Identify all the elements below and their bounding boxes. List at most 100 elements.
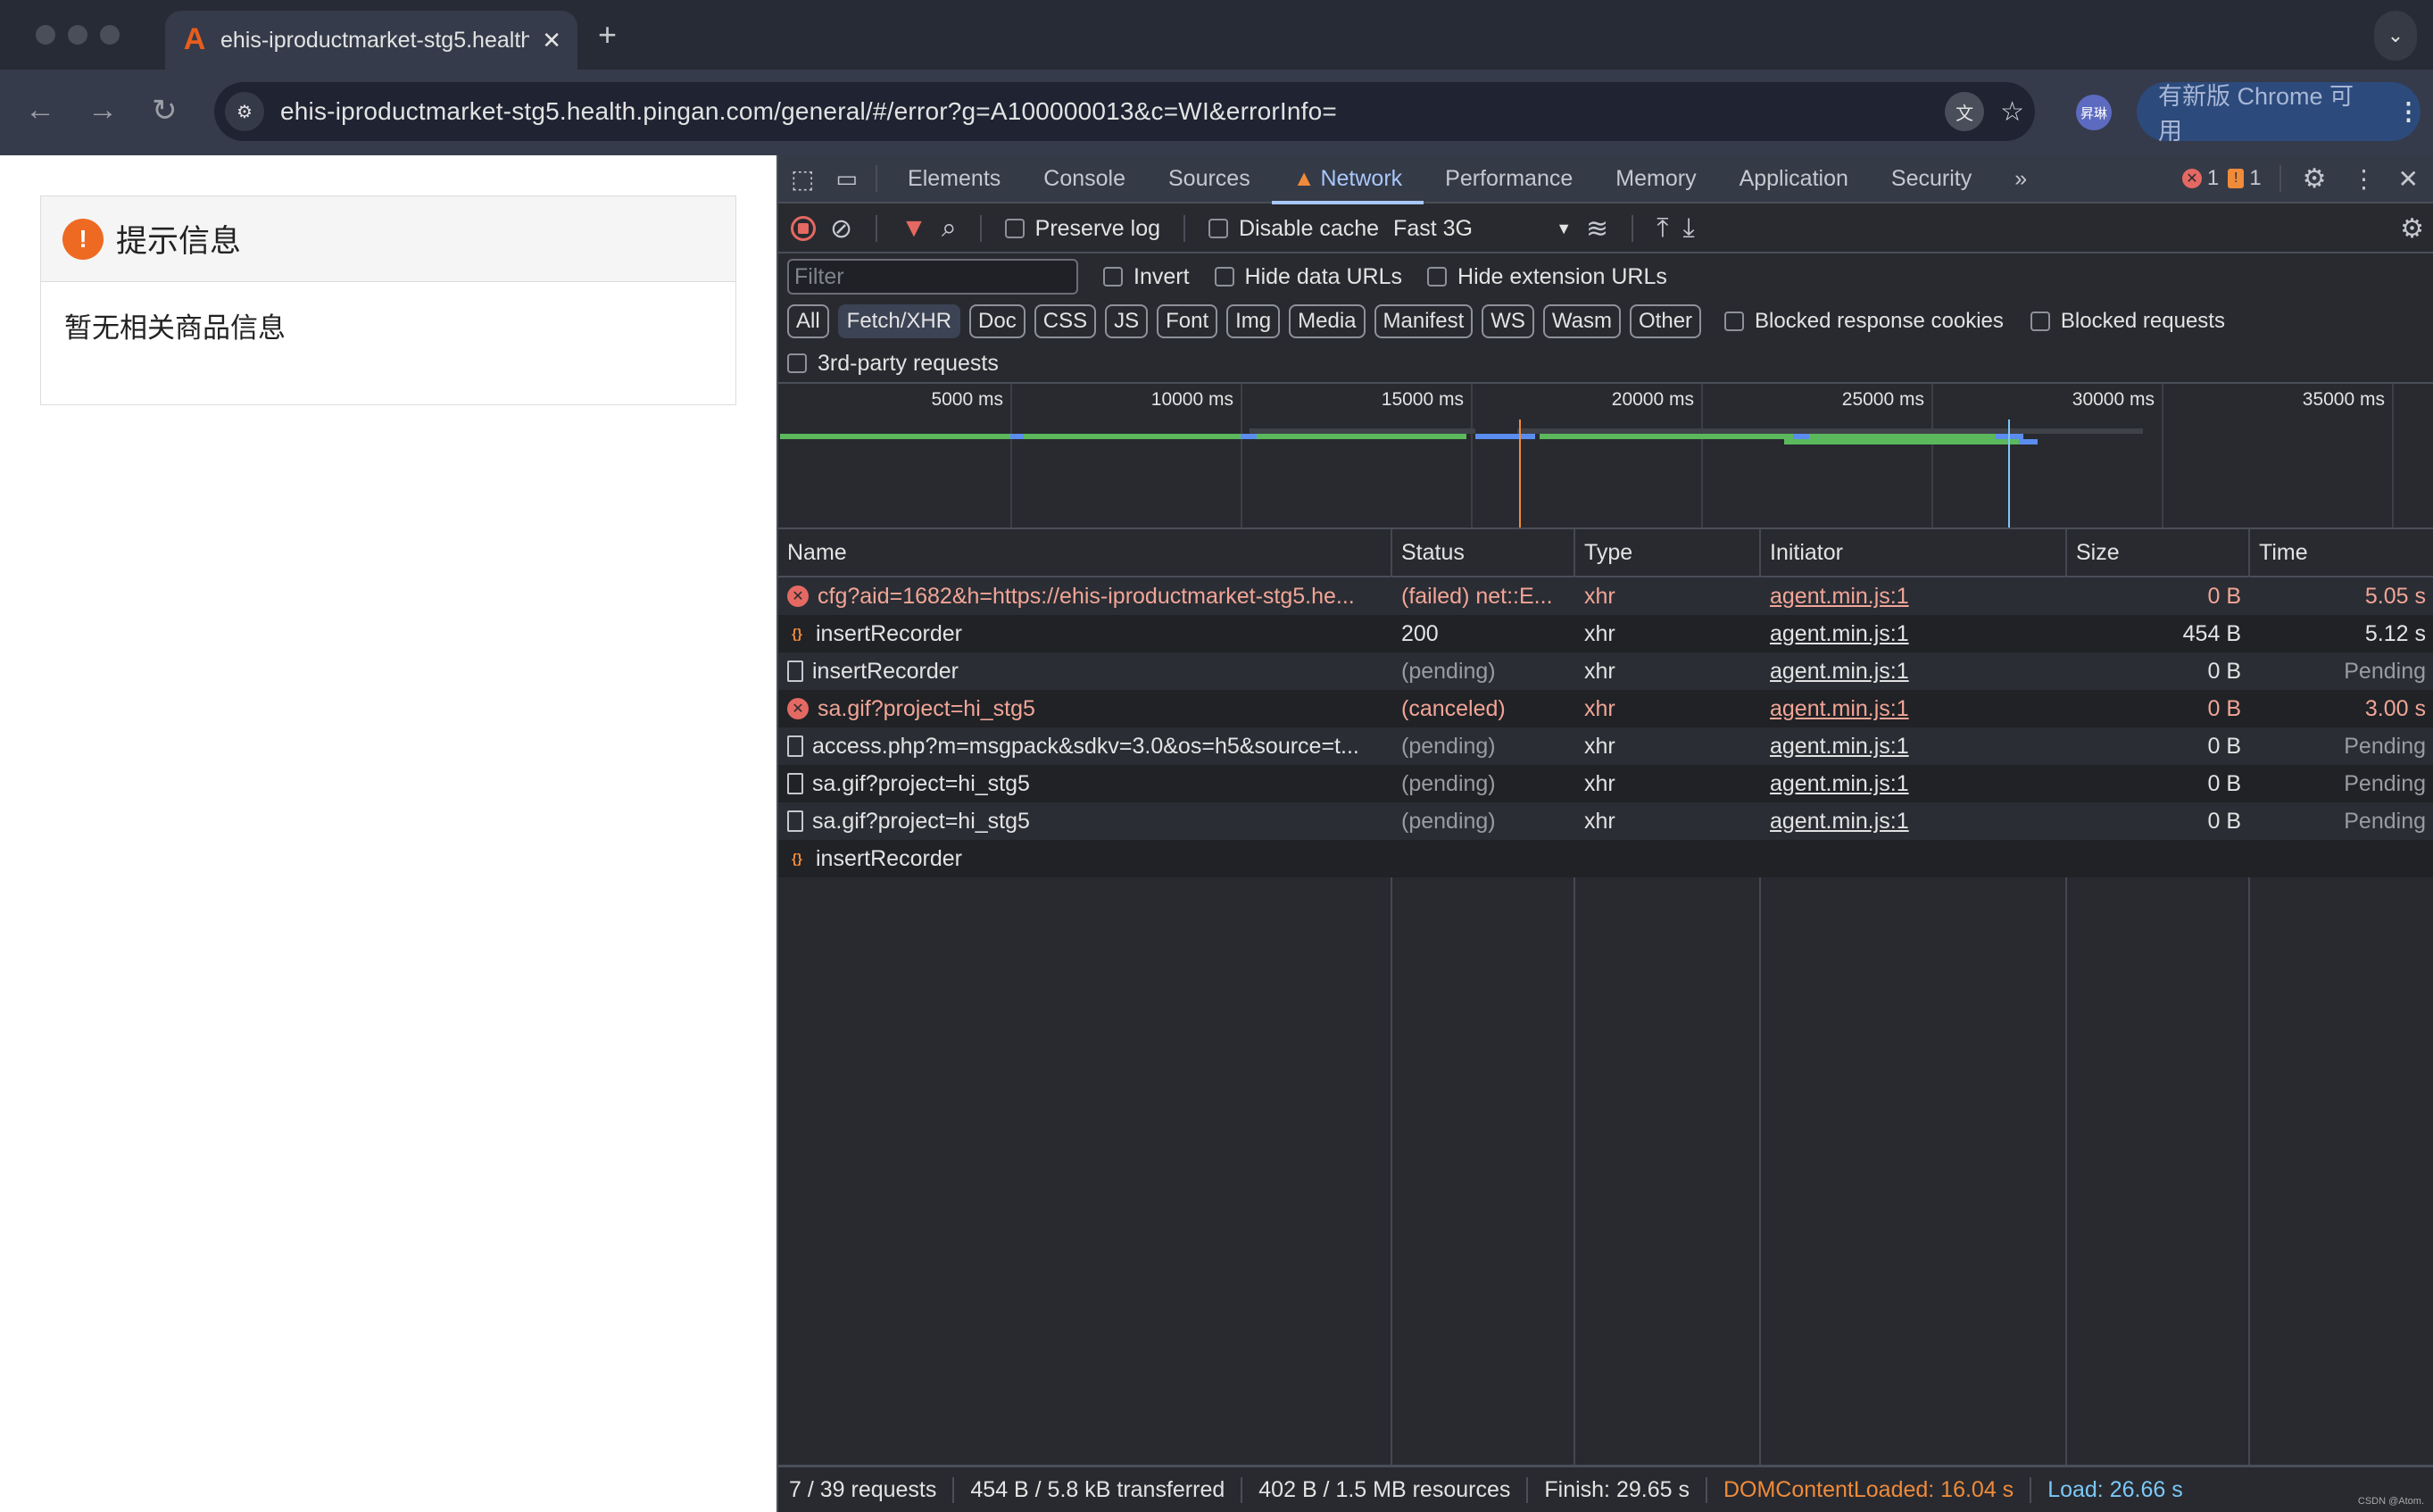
device-toolbar-icon[interactable]: ▭ <box>826 165 867 193</box>
request-initiator[interactable]: agent.min.js:1 <box>1761 765 2067 802</box>
browser-tab[interactable]: A ehis-iproductmarket-stg5.health.pingan… <box>165 11 577 70</box>
type-filter-media[interactable]: Media <box>1289 304 1366 338</box>
timeline-gridline <box>1010 384 1012 528</box>
bookmark-star-icon[interactable]: ☆ <box>2000 96 2024 128</box>
clear-icon[interactable]: ⊘ <box>830 213 852 245</box>
request-row[interactable]: ✕ cfg?aid=1682&h=https://ehis-iproductmar… <box>778 577 2433 615</box>
column-name[interactable]: Name <box>778 529 1392 576</box>
type-filter-wasm[interactable]: Wasm <box>1542 304 1622 338</box>
blocked-requests-checkbox[interactable]: Blocked requests <box>2030 309 2225 334</box>
request-initiator-text[interactable]: agent.min.js:1 <box>1770 771 1909 797</box>
request-initiator[interactable]: agent.min.js:1 <box>1761 690 2067 727</box>
column-type[interactable]: Type <box>1575 529 1761 576</box>
column-initiator[interactable]: Initiator <box>1761 529 2067 576</box>
request-initiator-text[interactable]: agent.min.js:1 <box>1770 621 1909 647</box>
third-party-requests-checkbox[interactable]: 3rd-party requests <box>787 351 999 377</box>
more-menu-icon[interactable]: ⋮ <box>2396 98 2421 126</box>
type-filter-doc[interactable]: Doc <box>969 304 1026 338</box>
error-count-badge[interactable]: ✕ 1 <box>2181 166 2219 191</box>
type-filter-other[interactable]: Other <box>1630 304 1702 338</box>
preserve-log-checkbox[interactable]: Preserve log <box>1004 216 1160 242</box>
hide-extension-urls-checkbox[interactable]: Hide extension URLs <box>1427 264 1667 290</box>
tab-network[interactable]: ▲ Network <box>1271 154 1424 204</box>
type-filter-js[interactable]: JS <box>1105 304 1149 338</box>
warning-count-badge[interactable]: ! 1 <box>2228 166 2262 191</box>
tab-memory[interactable]: Memory <box>1594 154 1717 203</box>
request-initiator-text[interactable]: agent.min.js:1 <box>1770 734 1909 760</box>
request-row[interactable]: sa.gif?project=hi_stg5 (pending) xhr agent.… <box>778 802 2433 840</box>
request-initiator[interactable]: agent.min.js:1 <box>1761 652 2067 690</box>
more-options-icon[interactable]: ⋮ <box>2339 164 2389 194</box>
request-row[interactable]: insertRecorder (pending) xhr agent.min.js:1… <box>778 652 2433 690</box>
settings-gear-icon[interactable]: ⚙ <box>2290 163 2339 195</box>
hide-data-urls-checkbox[interactable]: Hide data URLs <box>1214 264 1402 290</box>
throttling-select[interactable]: Fast 3G ▼ <box>1393 216 1572 242</box>
tab-performance[interactable]: Performance <box>1424 154 1594 203</box>
site-info-icon[interactable]: ⚙ <box>225 92 264 131</box>
import-har-icon[interactable]: ⤒ <box>1657 213 1668 244</box>
timeline-tick-label: 30000 ms <box>2072 389 2155 410</box>
type-filter-ws[interactable]: WS <box>1482 304 1534 338</box>
network-overview-timeline[interactable]: 5000 ms 10000 ms 15000 ms 20000 ms 25000 ms 3… <box>778 382 2433 529</box>
window-controls[interactable] <box>36 25 120 45</box>
request-initiator[interactable]: agent.min.js:1 <box>1761 615 2067 652</box>
request-initiator[interactable]: agent.min.js:1 <box>1761 802 2067 840</box>
request-initiator-text[interactable]: agent.min.js:1 <box>1770 696 1909 722</box>
tab-security[interactable]: Security <box>1870 154 1993 203</box>
forward-icon[interactable]: → <box>87 93 118 128</box>
request-initiator-text[interactable]: agent.min.js:1 <box>1770 659 1909 685</box>
request-status-text: (pending) <box>1401 808 1496 834</box>
divider <box>1183 215 1186 242</box>
request-initiator[interactable]: agent.min.js:1 <box>1761 577 2067 615</box>
close-devtools-icon[interactable]: ✕ <box>2389 164 2433 194</box>
request-status: (pending) <box>1392 765 1575 802</box>
reload-icon[interactable]: ↻ <box>152 93 178 129</box>
network-settings-icon[interactable]: ⚙ <box>2400 213 2424 245</box>
back-icon[interactable]: ← <box>25 93 55 128</box>
request-initiator-text[interactable]: agent.min.js:1 <box>1770 809 1909 835</box>
tab-application[interactable]: Application <box>1718 154 1870 203</box>
disable-cache-checkbox[interactable]: Disable cache <box>1208 216 1379 242</box>
request-initiator-text[interactable]: agent.min.js:1 <box>1770 584 1909 610</box>
type-filter-manifest[interactable]: Manifest <box>1374 304 1474 338</box>
filter-input[interactable]: Filter <box>787 259 1078 295</box>
invert-checkbox[interactable]: Invert <box>1103 264 1190 290</box>
close-tab-icon[interactable]: ✕ <box>542 27 561 54</box>
type-filter-fetch-xhr[interactable]: Fetch/XHR <box>837 304 961 338</box>
type-filter-font[interactable]: Font <box>1157 304 1218 338</box>
request-row[interactable]: {} insertRecorder 200 xhr agent.min.js:1 454 … <box>778 615 2433 652</box>
new-tab-button[interactable]: + <box>598 16 617 54</box>
record-stop-icon[interactable] <box>791 216 816 241</box>
export-har-icon[interactable]: ⤓ <box>1682 213 1694 244</box>
translate-icon[interactable]: 文 <box>1945 92 1985 131</box>
network-conditions-icon[interactable]: ≋ <box>1586 213 1608 245</box>
blocked-response-cookies-checkbox[interactable]: Blocked response cookies <box>1724 309 2004 334</box>
column-status[interactable]: Status <box>1392 529 1575 576</box>
type-filter-img[interactable]: Img <box>1226 304 1281 338</box>
tab-search-button[interactable]: ⌄ <box>2374 11 2417 61</box>
profile-avatar[interactable]: 昇琳 <box>2076 95 2112 130</box>
request-row[interactable]: sa.gif?project=hi_stg5 (pending) xhr agent.… <box>778 765 2433 802</box>
inspect-element-icon[interactable]: ⬚ <box>778 164 826 194</box>
update-chrome-button[interactable]: 有新版 Chrome 可用 ⋮ <box>2137 82 2421 145</box>
request-row[interactable]: ✕ sa.gif?project=hi_stg5 (canceled) xhr agen… <box>778 690 2433 727</box>
timeline-tick-label: 25000 ms <box>1841 389 1924 410</box>
request-time: Pending <box>2250 652 2433 690</box>
type-filter-css[interactable]: CSS <box>1034 304 1097 338</box>
tab-console[interactable]: Console <box>1022 154 1147 203</box>
more-tabs-icon[interactable]: » <box>1993 154 2048 203</box>
filter-funnel-icon[interactable]: ▼ <box>901 213 927 244</box>
dcl-marker <box>1518 420 1521 528</box>
request-initiator[interactable]: agent.min.js:1 <box>1761 727 2067 765</box>
tab-sources[interactable]: Sources <box>1147 154 1272 203</box>
address-bar[interactable]: ⚙ ehis-iproductmarket-stg5.health.pingan… <box>214 82 2035 141</box>
request-row[interactable]: {} insertRecorder <box>778 840 2433 877</box>
request-name: sa.gif?project=hi_stg5 <box>778 765 1392 802</box>
column-time[interactable]: Time <box>2250 529 2433 576</box>
url-text[interactable]: ehis-iproductmarket-stg5.health.pingan.c… <box>280 97 1929 126</box>
column-size[interactable]: Size <box>2067 529 2250 576</box>
request-row[interactable]: access.php?m=msgpack&sdkv=3.0&os=h5&sour… <box>778 727 2433 765</box>
type-filter-all[interactable]: All <box>787 304 829 338</box>
search-icon[interactable]: ⌕ <box>942 213 957 244</box>
tab-elements[interactable]: Elements <box>886 154 1022 203</box>
